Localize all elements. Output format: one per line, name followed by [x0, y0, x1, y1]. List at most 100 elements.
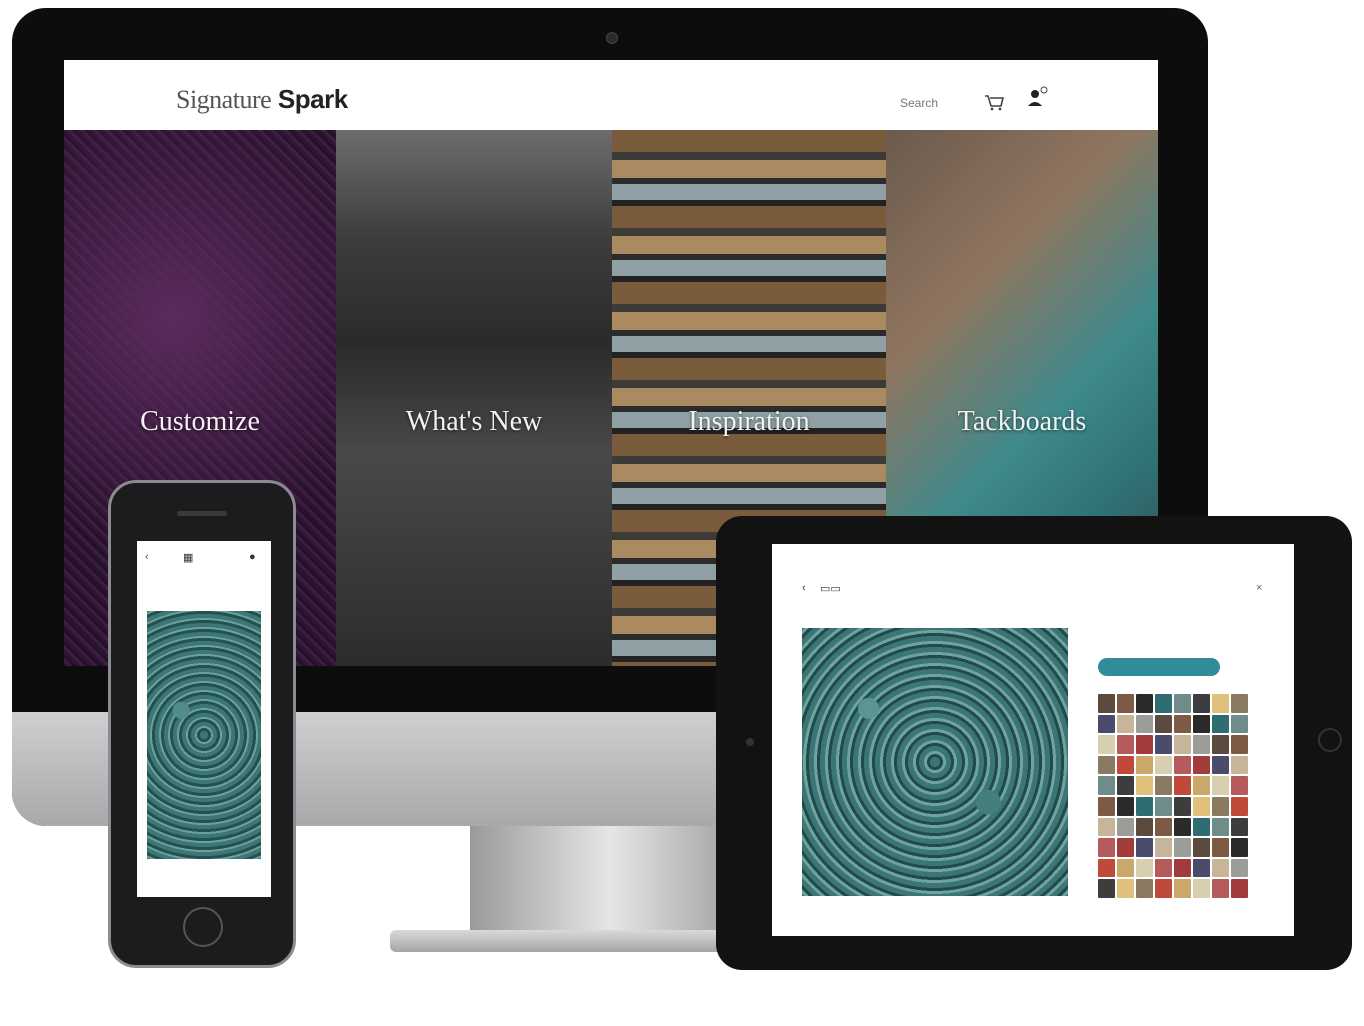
- palette-swatch[interactable]: [1231, 714, 1248, 734]
- palette-swatch[interactable]: [1136, 776, 1153, 795]
- palette-swatch[interactable]: [1117, 735, 1134, 754]
- palette-swatch[interactable]: [1098, 796, 1115, 816]
- palette-swatch[interactable]: [1155, 858, 1172, 878]
- palette-swatch[interactable]: [1098, 879, 1115, 898]
- palette-swatch[interactable]: [1193, 817, 1210, 837]
- palette-swatch[interactable]: [1117, 858, 1134, 878]
- palette-swatch[interactable]: [1136, 838, 1153, 857]
- panel-title: Customize: [140, 406, 260, 437]
- palette-swatch[interactable]: [1155, 817, 1172, 837]
- phone-screen: ‹ ▦ ●: [137, 541, 271, 897]
- palette-swatch[interactable]: [1117, 796, 1134, 816]
- palette-swatch[interactable]: [1117, 879, 1134, 898]
- palette-swatch[interactable]: [1193, 714, 1210, 734]
- palette-swatch[interactable]: [1231, 755, 1248, 775]
- palette-swatch[interactable]: [1117, 755, 1134, 775]
- search-link[interactable]: Search: [900, 96, 938, 110]
- palette-swatch[interactable]: [1155, 838, 1172, 857]
- palette-swatch[interactable]: [1117, 714, 1134, 734]
- palette-swatch[interactable]: [1212, 796, 1229, 816]
- palette-swatch[interactable]: [1212, 694, 1229, 713]
- palette-swatch[interactable]: [1174, 776, 1191, 795]
- palette-swatch[interactable]: [1231, 776, 1248, 795]
- palette-swatch[interactable]: [1155, 776, 1172, 795]
- home-button[interactable]: [183, 907, 223, 947]
- palette-swatch[interactable]: [1098, 858, 1115, 878]
- palette-swatch[interactable]: [1098, 838, 1115, 857]
- palette-swatch[interactable]: [1193, 735, 1210, 754]
- palette-swatch[interactable]: [1193, 838, 1210, 857]
- palette-swatch[interactable]: [1136, 755, 1153, 775]
- palette-swatch[interactable]: [1136, 879, 1153, 898]
- palette-swatch[interactable]: [1155, 694, 1172, 713]
- back-icon[interactable]: ‹: [802, 582, 806, 594]
- palette-swatch[interactable]: [1231, 796, 1248, 816]
- palette-swatch[interactable]: [1212, 735, 1229, 754]
- palette-swatch[interactable]: [1155, 796, 1172, 816]
- palette-swatch[interactable]: [1098, 735, 1115, 754]
- palette-swatch[interactable]: [1193, 879, 1210, 898]
- palette-swatch[interactable]: [1174, 858, 1191, 878]
- palette-swatch[interactable]: [1231, 735, 1248, 754]
- panel-whats-new[interactable]: What's New: [336, 130, 612, 666]
- home-button[interactable]: [1318, 728, 1342, 752]
- palette-swatch[interactable]: [1174, 817, 1191, 837]
- palette-swatch[interactable]: [1174, 796, 1191, 816]
- palette-swatch[interactable]: [1098, 817, 1115, 837]
- close-icon[interactable]: ×: [1256, 582, 1262, 594]
- palette-swatch[interactable]: [1117, 817, 1134, 837]
- palette-swatch[interactable]: [1193, 858, 1210, 878]
- palette-swatch[interactable]: [1212, 879, 1229, 898]
- palette-swatch[interactable]: [1193, 796, 1210, 816]
- palette-swatch[interactable]: [1212, 776, 1229, 795]
- palette-swatch[interactable]: [1098, 714, 1115, 734]
- palette-swatch[interactable]: [1136, 735, 1153, 754]
- site-logo[interactable]: Signature Spark: [176, 84, 348, 115]
- palette-swatch[interactable]: [1212, 755, 1229, 775]
- carpet-swatch-preview[interactable]: [802, 628, 1068, 896]
- palette-swatch[interactable]: [1136, 714, 1153, 734]
- palette-swatch[interactable]: [1231, 858, 1248, 878]
- palette-swatch[interactable]: [1193, 776, 1210, 795]
- palette-swatch[interactable]: [1231, 817, 1248, 837]
- palette-swatch[interactable]: [1098, 755, 1115, 775]
- palette-swatch[interactable]: [1155, 714, 1172, 734]
- palette-swatch[interactable]: [1155, 879, 1172, 898]
- cart-icon[interactable]: [982, 90, 1006, 114]
- palette-swatch[interactable]: [1117, 776, 1134, 795]
- user-icon[interactable]: [1024, 86, 1048, 112]
- palette-swatch[interactable]: [1098, 776, 1115, 795]
- palette-swatch[interactable]: [1136, 796, 1153, 816]
- palette-swatch[interactable]: [1212, 817, 1229, 837]
- mobile-phone: ‹ ▦ ●: [108, 480, 296, 968]
- user-icon[interactable]: ●: [249, 551, 256, 563]
- palette-swatch[interactable]: [1117, 694, 1134, 713]
- palette-swatch[interactable]: [1193, 694, 1210, 713]
- palette-swatch[interactable]: [1212, 838, 1229, 857]
- palette-swatch[interactable]: [1231, 879, 1248, 898]
- apply-button[interactable]: [1098, 658, 1220, 676]
- palette-swatch[interactable]: [1155, 755, 1172, 775]
- palette-swatch[interactable]: [1231, 838, 1248, 857]
- palette-swatch[interactable]: [1174, 714, 1191, 734]
- carpet-swatch-preview[interactable]: [147, 611, 261, 859]
- palette-swatch[interactable]: [1193, 755, 1210, 775]
- palette-swatch[interactable]: [1174, 755, 1191, 775]
- palette-swatch[interactable]: [1174, 694, 1191, 713]
- palette-swatch[interactable]: [1136, 694, 1153, 713]
- palette-swatch[interactable]: [1212, 714, 1229, 734]
- palette-swatch[interactable]: [1136, 858, 1153, 878]
- palette-swatch[interactable]: [1136, 817, 1153, 837]
- color-palette-grid[interactable]: [1098, 694, 1248, 898]
- palette-swatch[interactable]: [1231, 694, 1248, 713]
- palette-swatch[interactable]: [1174, 735, 1191, 754]
- palette-swatch[interactable]: [1117, 838, 1134, 857]
- palette-swatch[interactable]: [1155, 735, 1172, 754]
- palette-swatch[interactable]: [1098, 694, 1115, 713]
- palette-swatch[interactable]: [1174, 879, 1191, 898]
- back-icon[interactable]: ‹: [145, 551, 149, 563]
- camera-icon: [606, 32, 618, 44]
- palette-swatch[interactable]: [1212, 858, 1229, 878]
- palette-swatch[interactable]: [1174, 838, 1191, 857]
- logo-text-light: Signature: [176, 85, 272, 114]
